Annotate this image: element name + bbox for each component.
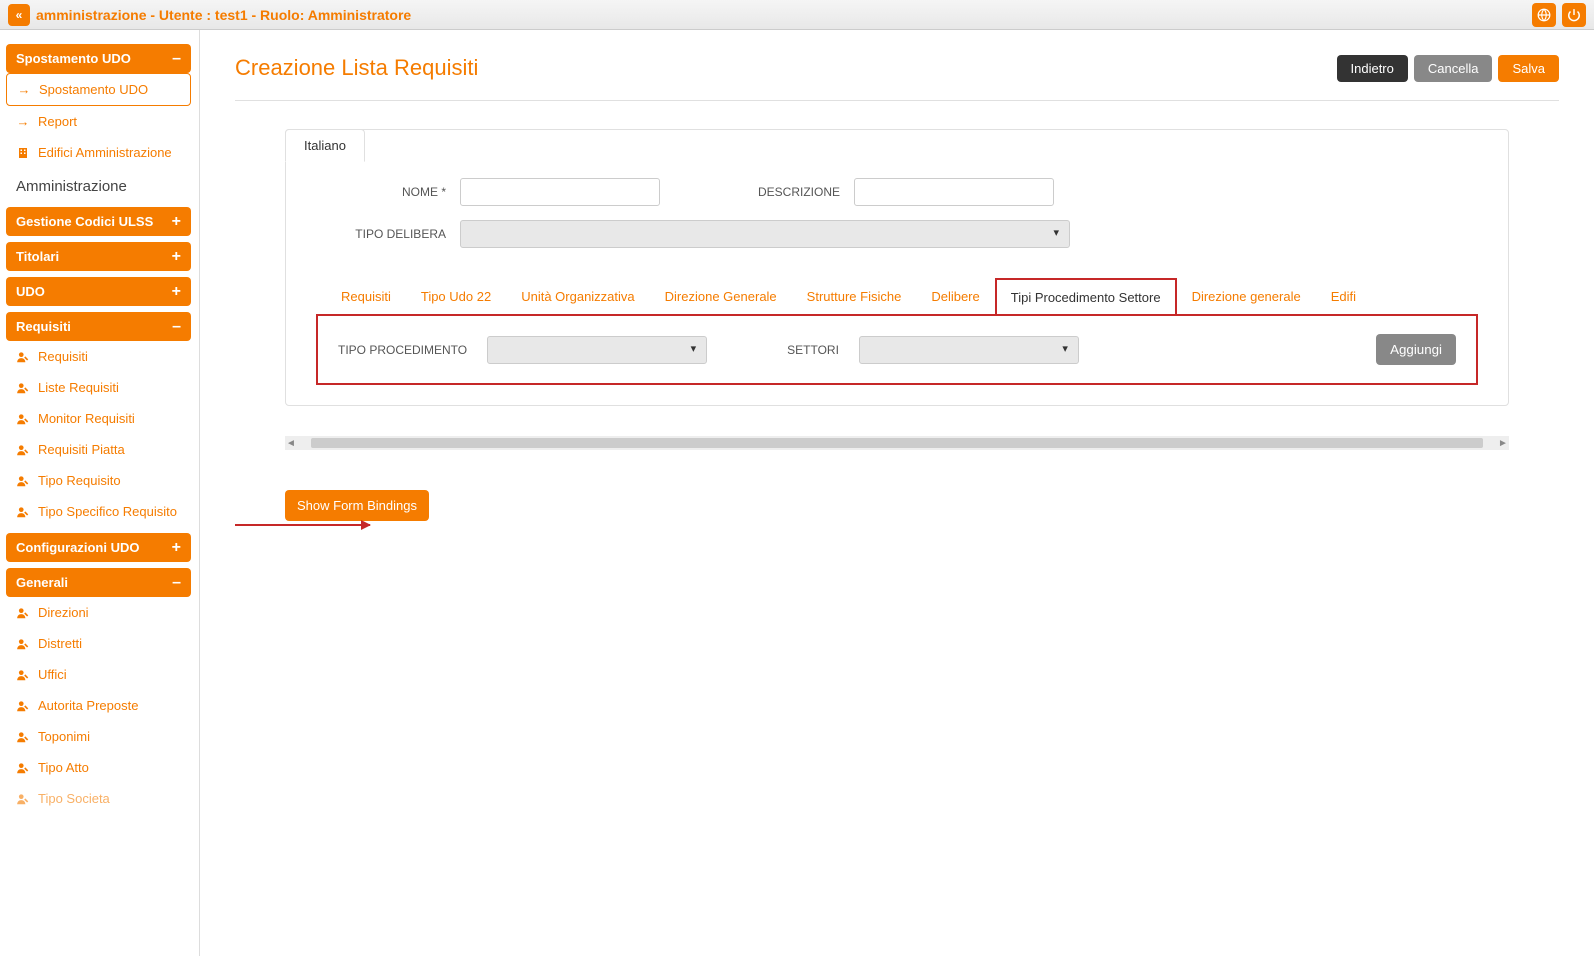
descrizione-input[interactable] — [854, 178, 1054, 206]
arrow-right-icon: → — [16, 114, 30, 129]
horizontal-scrollbar[interactable]: ◄ ► — [285, 436, 1509, 450]
nav-liste-requisiti[interactable]: Liste Requisiti — [6, 372, 191, 403]
user-edit-icon — [16, 668, 30, 682]
section-titolari[interactable]: Titolari + — [6, 242, 191, 271]
settori-select[interactable] — [859, 336, 1079, 364]
nav-requisiti[interactable]: Requisiti — [6, 341, 191, 372]
user-edit-icon — [16, 350, 30, 364]
top-bar: « amministrazione - Utente : test1 - Ruo… — [0, 0, 1594, 30]
cancel-button[interactable]: Cancella — [1414, 55, 1493, 82]
nav-tipo-specifico-requisito[interactable]: Tipo Specifico Requisito — [6, 496, 191, 527]
section-generali[interactable]: Generali – — [6, 568, 191, 597]
nav-edifici[interactable]: Edifici Amministrazione — [6, 137, 191, 168]
aggiungi-button[interactable]: Aggiungi — [1376, 334, 1456, 365]
user-edit-icon — [16, 606, 30, 620]
section-title: Requisiti — [16, 319, 71, 334]
user-edit-icon — [16, 474, 30, 488]
show-form-bindings-button[interactable]: Show Form Bindings — [285, 490, 429, 521]
nav-tipo-requisito[interactable]: Tipo Requisito — [6, 465, 191, 496]
plus-icon: + — [172, 542, 181, 554]
main-content: Creazione Lista Requisiti Indietro Cance… — [200, 30, 1594, 956]
user-edit-icon — [16, 505, 30, 519]
section-spostamento-udo[interactable]: Spostamento UDO – — [6, 44, 191, 73]
minus-icon: – — [172, 53, 181, 65]
tab-requisiti[interactable]: Requisiti — [326, 278, 406, 315]
form-card: Italiano NOME * DESCRIZIONE — [285, 129, 1509, 406]
user-edit-icon — [16, 761, 30, 775]
page-title: Creazione Lista Requisiti — [235, 55, 478, 81]
user-edit-icon — [16, 730, 30, 744]
user-edit-icon — [16, 412, 30, 426]
collapse-sidebar-button[interactable]: « — [8, 4, 30, 26]
nav-spostamento-udo[interactable]: → Spostamento UDO — [6, 73, 191, 106]
tab-unita-organizzativa[interactable]: Unità Organizzativa — [506, 278, 649, 315]
user-edit-icon — [16, 699, 30, 713]
nav-uffici[interactable]: Uffici — [6, 659, 191, 690]
tab-content: TIPO PROCEDIMENTO SETTORI Aggiungi — [316, 314, 1478, 385]
sidebar: Spostamento UDO – → Spostamento UDO → Re… — [0, 30, 200, 956]
nav-tipo-societa[interactable]: Tipo Societa — [6, 783, 191, 814]
tab-strutture-fisiche[interactable]: Strutture Fisiche — [792, 278, 917, 315]
plus-icon: + — [172, 286, 181, 298]
section-config-udo[interactable]: Configurazioni UDO + — [6, 533, 191, 562]
nav-direzioni[interactable]: Direzioni — [6, 597, 191, 628]
section-title: Generali — [16, 575, 68, 590]
plus-icon: + — [172, 216, 181, 228]
nav-requisiti-piatta[interactable]: Requisiti Piatta — [6, 434, 191, 465]
amministrazione-label: Amministrazione — [6, 168, 191, 201]
nav-autorita-preposte[interactable]: Autorita Preposte — [6, 690, 191, 721]
nav-report[interactable]: → Report — [6, 106, 191, 137]
scrollbar-track[interactable] — [311, 438, 1483, 448]
scroll-right-icon[interactable]: ► — [1497, 438, 1509, 449]
save-button[interactable]: Salva — [1498, 55, 1559, 82]
section-title: UDO — [16, 284, 45, 299]
minus-icon: – — [172, 577, 181, 589]
nav-monitor-requisiti[interactable]: Monitor Requisiti — [6, 403, 191, 434]
building-icon — [16, 147, 30, 159]
arrow-right-icon: → — [17, 82, 31, 97]
tab-edifi[interactable]: Edifi — [1316, 278, 1371, 315]
tab-tipi-procedimento-settore[interactable]: Tipi Procedimento Settore — [995, 278, 1177, 315]
tipo-delibera-label: TIPO DELIBERA — [316, 227, 446, 241]
section-title: Configurazioni UDO — [16, 540, 140, 555]
tipo-procedimento-label: TIPO PROCEDIMENTO — [338, 343, 467, 357]
plus-icon: + — [172, 251, 181, 263]
user-edit-icon — [16, 792, 30, 806]
tab-direzione-generale[interactable]: Direzione Generale — [650, 278, 792, 315]
user-edit-icon — [16, 381, 30, 395]
minus-icon: – — [172, 321, 181, 333]
scroll-left-icon[interactable]: ◄ — [285, 438, 297, 449]
user-edit-icon — [16, 637, 30, 651]
section-requisiti[interactable]: Requisiti – — [6, 312, 191, 341]
section-title: Spostamento UDO — [16, 51, 131, 66]
descrizione-label: DESCRIZIONE — [740, 185, 840, 199]
tab-delibere[interactable]: Delibere — [916, 278, 994, 315]
globe-icon[interactable] — [1532, 3, 1556, 27]
tipo-procedimento-select[interactable] — [487, 336, 707, 364]
section-gestione-codici[interactable]: Gestione Codici ULSS + — [6, 207, 191, 236]
tipo-delibera-select[interactable] — [460, 220, 1070, 248]
nome-label: NOME * — [316, 185, 446, 199]
back-button[interactable]: Indietro — [1337, 55, 1408, 82]
nome-input[interactable] — [460, 178, 660, 206]
tabs: Requisiti Tipo Udo 22 Unità Organizzativ… — [316, 278, 1478, 316]
app-title: amministrazione - Utente : test1 - Ruolo… — [36, 7, 411, 23]
section-title: Titolari — [16, 249, 59, 264]
arrow-indicator — [235, 524, 370, 526]
nav-distretti[interactable]: Distretti — [6, 628, 191, 659]
nav-toponimi[interactable]: Toponimi — [6, 721, 191, 752]
tab-direzione-generale-2[interactable]: Direzione generale — [1177, 278, 1316, 315]
power-icon[interactable] — [1562, 3, 1586, 27]
tab-tipo-udo-22[interactable]: Tipo Udo 22 — [406, 278, 506, 315]
section-title: Gestione Codici ULSS — [16, 214, 153, 229]
section-udo[interactable]: UDO + — [6, 277, 191, 306]
user-edit-icon — [16, 443, 30, 457]
language-tab[interactable]: Italiano — [285, 129, 365, 162]
settori-label: SETTORI — [787, 343, 839, 357]
nav-tipo-atto[interactable]: Tipo Atto — [6, 752, 191, 783]
